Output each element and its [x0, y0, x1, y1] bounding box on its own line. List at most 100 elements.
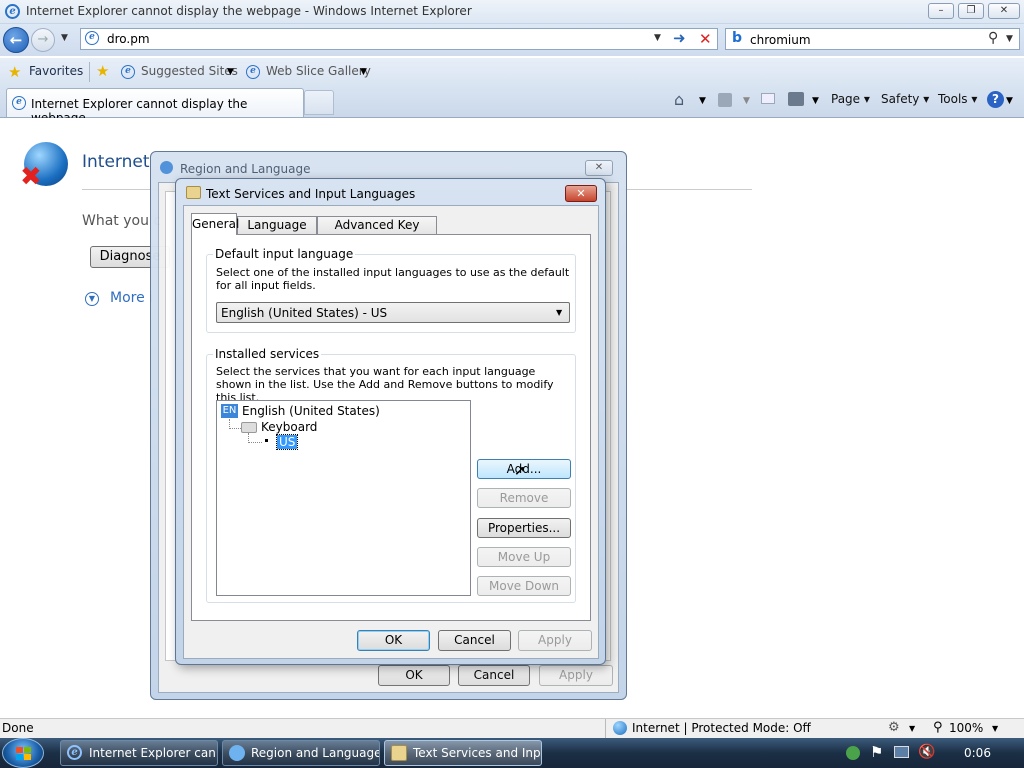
default-language-description: Select one of the installed input langua… — [216, 266, 570, 292]
region-dialog-title: Region and Language — [180, 162, 311, 176]
text-services-close-button[interactable]: ✕ — [565, 185, 597, 202]
clock[interactable]: 0:06 — [964, 746, 991, 760]
print-icon[interactable] — [788, 92, 804, 106]
tab-active[interactable]: e Internet Explorer cannot display the w… — [6, 88, 304, 125]
keyboard-app-icon — [391, 745, 407, 761]
move-down-button[interactable]: Move Down — [477, 576, 571, 596]
maximize-button[interactable]: ❐ — [958, 3, 984, 19]
tab-page-icon: e — [12, 96, 26, 110]
window-title: Internet Explorer cannot display the web… — [26, 4, 472, 18]
new-tab-button[interactable] — [304, 90, 334, 115]
region-cancel-button[interactable]: Cancel — [458, 665, 530, 686]
error-heading: Internet — [82, 152, 150, 172]
zoom-level[interactable]: 100% — [949, 721, 983, 735]
taskbar-item-ie[interactable]: e Internet Explorer can... — [60, 740, 218, 766]
chevron-down-icon[interactable]: ▼ — [360, 67, 367, 77]
page-menu[interactable]: Page ▾ — [831, 92, 870, 106]
taskbar-item-text-services[interactable]: Text Services and Inp... — [384, 740, 542, 766]
security-zone-text[interactable]: Internet | Protected Mode: Off — [632, 721, 811, 735]
chevron-down-icon[interactable]: ▼ — [743, 96, 750, 106]
divider — [89, 62, 90, 82]
favorites-button[interactable]: Favorites — [29, 64, 83, 78]
flag-icon[interactable]: ⚑ — [870, 743, 883, 761]
search-input[interactable]: chromium — [750, 33, 811, 47]
default-language-select[interactable]: English (United States) - US ▼ — [216, 302, 570, 323]
feeds-icon[interactable] — [718, 93, 732, 107]
region-apply-button[interactable]: Apply — [539, 665, 613, 686]
network-icon[interactable] — [894, 746, 909, 758]
bullet-icon — [265, 439, 268, 442]
back-button[interactable]: ← — [3, 27, 29, 53]
status-bar: Done Internet | Protected Mode: Off ⚙ ▼ … — [0, 718, 1024, 738]
web-slice-gallery-link[interactable]: Web Slice Gallery — [266, 64, 371, 78]
search-icon[interactable]: ⚲ — [988, 30, 998, 46]
divider — [605, 719, 606, 738]
recent-pages-dropdown-icon[interactable]: ▼ — [61, 33, 68, 43]
tab-language-bar[interactable]: Language Bar — [237, 216, 317, 249]
minimize-button[interactable]: – — [928, 3, 954, 19]
tools-menu[interactable]: Tools ▾ — [938, 92, 977, 106]
window-title-bar: e Internet Explorer cannot display the w… — [0, 0, 1024, 24]
tree-item-language[interactable]: English (United States) — [242, 404, 380, 418]
ie-icon: e — [67, 745, 82, 760]
search-dropdown-icon[interactable]: ▼ — [1006, 34, 1013, 44]
region-ok-button[interactable]: OK — [378, 665, 450, 686]
page-icon: e — [85, 31, 99, 45]
chevron-down-icon: ▼ — [556, 308, 563, 317]
chevron-down-icon[interactable]: ▼ — [227, 67, 234, 77]
status-text: Done — [2, 721, 34, 735]
taskbar-item-region[interactable]: Region and Language — [222, 740, 380, 766]
security-tray-icon[interactable] — [846, 746, 860, 760]
chevron-down-icon[interactable]: ▼ — [1006, 96, 1013, 106]
protected-mode-icon[interactable]: ⚙ — [888, 720, 900, 735]
go-arrow-icon[interactable]: ➜ — [673, 29, 686, 47]
tab-advanced-key-settings[interactable]: Advanced Key Settings — [317, 216, 437, 249]
windows-logo-icon — [24, 747, 31, 753]
services-tree[interactable]: EN English (United States) Keyboard US — [216, 400, 471, 596]
tab-general[interactable]: General — [191, 213, 239, 235]
properties-button[interactable]: Properties... — [477, 518, 571, 538]
windows-logo-icon — [16, 754, 23, 760]
remove-button[interactable]: Remove — [477, 488, 571, 508]
navigation-bar: ← → ▼ e dro.pm ▼ ➜ ✕ b chromium ⚲ ▼ — [0, 24, 1024, 56]
taskbar-item-label: Text Services and Inp... — [413, 746, 542, 760]
home-icon[interactable]: ⌂ — [674, 90, 684, 109]
keyboard-app-icon — [186, 186, 201, 199]
expand-icon[interactable]: ▼ — [85, 292, 99, 306]
suggested-sites-link[interactable]: Suggested Sites — [141, 64, 238, 78]
chevron-down-icon[interactable]: ▼ — [909, 724, 915, 733]
address-input[interactable]: dro.pm — [107, 32, 150, 46]
help-icon[interactable]: ? — [987, 91, 1004, 108]
apply-button[interactable]: Apply — [518, 630, 592, 651]
safety-menu[interactable]: Safety ▾ — [881, 92, 929, 106]
favorites-star-icon: ★ — [8, 63, 22, 81]
stop-icon[interactable]: ✕ — [699, 30, 712, 48]
chevron-down-icon[interactable]: ▼ — [812, 96, 819, 106]
more-info-link[interactable]: More i — [110, 290, 153, 306]
address-bar[interactable]: e dro.pm ▼ ➜ ✕ — [80, 28, 718, 50]
move-up-button[interactable]: Move Up — [477, 547, 571, 567]
default-language-value: English (United States) - US — [221, 306, 388, 320]
taskbar: e Internet Explorer can... Region and La… — [0, 738, 1024, 768]
search-box[interactable]: b chromium ⚲ ▼ — [725, 28, 1020, 50]
address-dropdown-icon[interactable]: ▼ — [654, 33, 661, 43]
region-close-button[interactable]: ✕ — [585, 160, 613, 176]
tree-item-us-layout[interactable]: US — [275, 434, 299, 450]
chevron-down-icon[interactable]: ▼ — [992, 724, 998, 733]
ok-button[interactable]: OK — [357, 630, 430, 651]
close-button[interactable]: ✕ — [988, 3, 1020, 19]
forward-button[interactable]: → — [31, 28, 55, 52]
tree-line — [248, 442, 262, 443]
text-services-title: Text Services and Input Languages — [206, 187, 416, 201]
cancel-button[interactable]: Cancel — [438, 630, 511, 651]
volume-muted-icon[interactable]: 🔇 — [918, 744, 935, 760]
text-services-body: General Language Bar Advanced Key Settin… — [183, 205, 599, 659]
start-button[interactable] — [2, 738, 44, 768]
text-services-dialog: Text Services and Input Languages ✕ Gene… — [175, 178, 606, 665]
zoom-icon[interactable]: ⚲ — [933, 720, 943, 735]
tree-item-keyboard[interactable]: Keyboard — [261, 420, 317, 434]
bing-icon: b — [732, 30, 743, 46]
add-favorites-icon[interactable]: ★ — [96, 62, 109, 80]
mail-icon[interactable] — [761, 93, 775, 104]
chevron-down-icon[interactable]: ▼ — [699, 96, 706, 106]
